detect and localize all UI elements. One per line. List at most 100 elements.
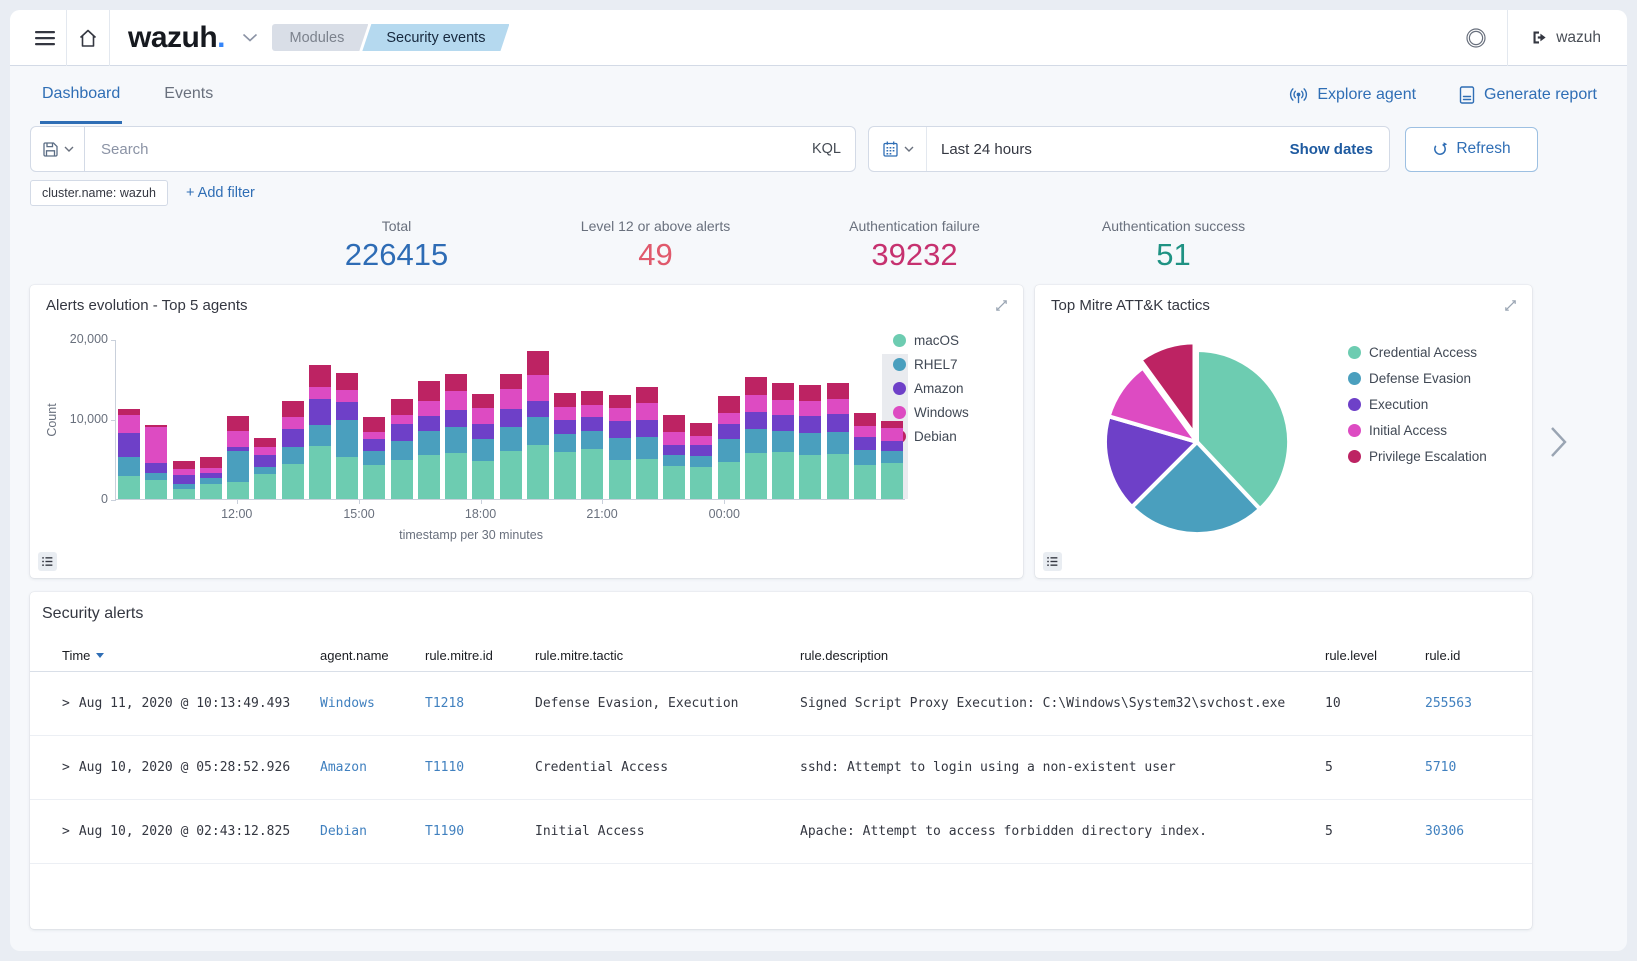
stacked-bar[interactable] — [145, 425, 167, 499]
expand-panel-button[interactable] — [989, 293, 1013, 317]
breadcrumb-modules[interactable]: Modules — [272, 24, 369, 51]
legend-item-macos[interactable]: macOS — [893, 333, 969, 348]
time-range-value[interactable]: Last 24 hours — [927, 141, 1032, 158]
agent-name-link[interactable]: Amazon — [320, 760, 425, 775]
stacked-bar[interactable] — [745, 377, 767, 499]
stacked-bar[interactable] — [527, 351, 549, 499]
explore-agent-button[interactable]: Explore agent — [1288, 86, 1416, 105]
home-button[interactable] — [67, 10, 109, 66]
stacked-bar[interactable] — [581, 391, 603, 499]
stacked-bar[interactable] — [418, 381, 440, 499]
stacked-bar[interactable] — [500, 374, 522, 499]
bar-segment-amazon — [636, 420, 658, 438]
bar-segment-macos — [282, 464, 304, 499]
kql-button[interactable]: KQL — [802, 141, 841, 157]
stacked-bar[interactable] — [718, 396, 740, 499]
legend-item-execution[interactable]: Execution — [1348, 397, 1487, 412]
column-header-rule-id[interactable]: rule.id — [1425, 648, 1532, 663]
stacked-bar[interactable] — [554, 393, 576, 499]
bar-segment-rhel7 — [336, 420, 358, 457]
stacked-bar[interactable] — [827, 383, 849, 499]
stacked-bar[interactable] — [636, 387, 658, 499]
stacked-bar[interactable] — [472, 394, 494, 499]
legend-item-windows[interactable]: Windows — [893, 405, 969, 420]
legend-item-debian[interactable]: Debian — [893, 429, 969, 444]
stacked-bar[interactable] — [663, 415, 685, 499]
stacked-bar[interactable] — [363, 417, 385, 499]
generate-report-button[interactable]: Generate report — [1458, 85, 1597, 105]
expand-row-button[interactable]: > — [62, 824, 70, 839]
agent-name-link[interactable]: Debian — [320, 824, 425, 839]
stacked-bar[interactable] — [227, 416, 249, 499]
expand-row-button[interactable]: > — [62, 760, 70, 775]
column-header-rule-description[interactable]: rule.description — [800, 648, 1325, 663]
bar-segment-macos — [500, 451, 522, 499]
rule-id-link[interactable]: 255563 — [1425, 696, 1532, 711]
wazuh-logo[interactable]: wazuh. — [128, 21, 226, 55]
add-filter-button[interactable]: + Add filter — [186, 185, 255, 201]
legend-toggle-button[interactable] — [38, 552, 57, 571]
rule-id-link[interactable]: 5710 — [1425, 760, 1532, 775]
stacked-bar[interactable] — [391, 399, 413, 499]
stacked-bar[interactable] — [336, 373, 358, 499]
column-header-rule-mitre-tactic[interactable]: rule.mitre.tactic — [535, 648, 800, 663]
tab-dashboard[interactable]: Dashboard — [40, 66, 122, 124]
expand-panel-button[interactable] — [1498, 293, 1522, 317]
filter-pill-cluster-name[interactable]: cluster.name: wazuh — [30, 180, 168, 206]
legend-item-defense-evasion[interactable]: Defense Evasion — [1348, 371, 1487, 386]
stacked-bar[interactable] — [118, 409, 140, 499]
stacked-bar[interactable] — [881, 421, 903, 499]
top-navbar: wazuh. Modules Security events wazuh — [10, 10, 1627, 66]
agent-name-link[interactable]: Windows — [320, 696, 425, 711]
breadcrumb-security-events[interactable]: Security events — [362, 24, 509, 51]
menu-button[interactable] — [24, 10, 66, 66]
column-header-rule-mitre-id[interactable]: rule.mitre.id — [425, 648, 535, 663]
next-panels-button[interactable] — [1549, 425, 1569, 459]
legend-item-rhel7[interactable]: RHEL7 — [893, 357, 969, 372]
show-dates-button[interactable]: Show dates — [1290, 141, 1389, 158]
stacked-bar[interactable] — [609, 395, 631, 499]
expand-row-button[interactable]: > — [62, 696, 70, 711]
bar-segment-debian — [200, 457, 222, 467]
column-header-agent-name[interactable]: agent.name — [320, 648, 425, 663]
bar-segment-windows — [827, 399, 849, 414]
legend-item-privilege-escalation[interactable]: Privilege Escalation — [1348, 449, 1487, 464]
stacked-bar[interactable] — [772, 383, 794, 499]
bar-segment-debian — [527, 351, 549, 375]
stat-label: Total — [267, 218, 526, 234]
mitre-id-link[interactable]: T1218 — [425, 696, 535, 711]
stacked-bar[interactable] — [799, 385, 821, 499]
bar-segment-debian — [609, 395, 631, 408]
column-header-time[interactable]: Time — [62, 648, 320, 663]
mitre-id-link[interactable]: T1190 — [425, 824, 535, 839]
bar-chart: 010,00020,000Count12:0015:0018:0021:0000… — [115, 340, 905, 500]
legend-item-credential-access[interactable]: Credential Access — [1348, 345, 1487, 360]
stacked-bar[interactable] — [690, 423, 712, 499]
calendar-menu-button[interactable] — [869, 127, 927, 171]
column-header-rule-level[interactable]: rule.level — [1325, 648, 1425, 663]
stacked-bar[interactable] — [445, 374, 467, 499]
logo-dropdown-button[interactable] — [242, 33, 258, 42]
legend-toggle-button[interactable] — [1043, 552, 1062, 571]
legend-item-initial-access[interactable]: Initial Access — [1348, 423, 1487, 438]
stacked-bar[interactable] — [173, 461, 195, 499]
stacked-bar[interactable] — [254, 438, 276, 499]
legend-item-amazon[interactable]: Amazon — [893, 381, 969, 396]
search-input[interactable] — [101, 141, 802, 158]
bar-segment-rhel7 — [581, 431, 603, 449]
x-axis-tick — [359, 499, 360, 504]
rule-level-cell: 5 — [1325, 760, 1425, 775]
stacked-bar[interactable] — [282, 401, 304, 499]
user-menu[interactable]: wazuh — [1508, 10, 1609, 66]
refresh-button[interactable]: Refresh — [1405, 127, 1538, 172]
rule-id-link[interactable]: 30306 — [1425, 824, 1532, 839]
health-check-button[interactable] — [1455, 10, 1497, 66]
tab-events[interactable]: Events — [162, 66, 215, 124]
stacked-bar[interactable] — [309, 365, 331, 499]
bar-segment-amazon — [772, 415, 794, 431]
stacked-bar[interactable] — [200, 457, 222, 499]
mitre-id-link[interactable]: T1110 — [425, 760, 535, 775]
saved-queries-button[interactable] — [30, 126, 85, 172]
stacked-bar[interactable] — [854, 413, 876, 499]
bar-segment-amazon — [581, 417, 603, 431]
